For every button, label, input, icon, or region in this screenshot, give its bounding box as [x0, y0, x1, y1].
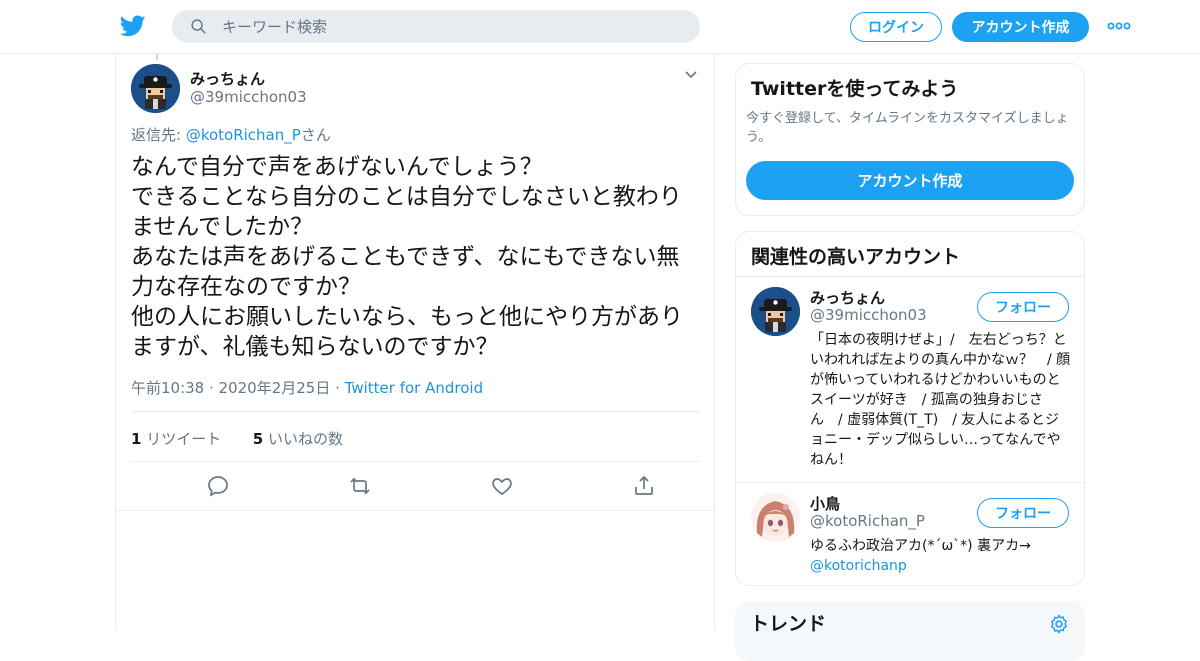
- retweet-icon[interactable]: [348, 474, 372, 498]
- reply-prefix: 返信先:: [131, 126, 186, 144]
- more-icon[interactable]: [1106, 17, 1132, 35]
- avatar-pirate-image: [131, 64, 180, 113]
- twitter-logo-icon[interactable]: [120, 13, 146, 39]
- card-title: Twitterを使ってみよう: [751, 78, 959, 100]
- divider: [116, 510, 714, 511]
- signup-card-button[interactable]: アカウント作成: [746, 161, 1074, 200]
- related-accounts-card: 関連性の高いアカウント みっちょん @39micchon03 フォロー 「日本の…: [735, 231, 1085, 586]
- account-bio-link[interactable]: @kotorichanp: [810, 558, 907, 574]
- card-title: トレンド: [750, 613, 827, 635]
- divider: [131, 461, 700, 462]
- login-button[interactable]: ログイン: [850, 12, 942, 42]
- chevron-down-icon[interactable]: [684, 70, 698, 80]
- retweet-stat[interactable]: 1 リツイート: [131, 430, 221, 448]
- like-count: 5: [252, 430, 264, 448]
- reply-icon[interactable]: [206, 474, 230, 498]
- search-input[interactable]: [222, 10, 682, 43]
- divider: [131, 411, 700, 412]
- follow-button[interactable]: フォロー: [977, 292, 1069, 322]
- reply-suffix: さん: [300, 126, 331, 144]
- like-icon[interactable]: [490, 474, 514, 498]
- search-icon: [191, 19, 206, 34]
- top-navigation: ログイン アカウント作成: [0, 0, 1200, 54]
- reply-context: 返信先: @kotoRichan_Pさん: [131, 124, 331, 145]
- account-handle[interactable]: @kotoRichan_P: [810, 512, 925, 530]
- share-icon[interactable]: [632, 474, 656, 498]
- signup-promo-card: Twitterを使ってみよう 今すぐ登録して、タイムラインをカスタマイズしましょ…: [735, 63, 1085, 216]
- tweet-actions: [131, 474, 700, 498]
- like-stat[interactable]: 5 いいねの数: [253, 430, 343, 448]
- tweet-timestamp[interactable]: 午前10:38 · 2020年2月25日 ·: [131, 379, 345, 397]
- avatar[interactable]: [751, 493, 800, 542]
- tweet-source-link[interactable]: Twitter for Android: [345, 379, 483, 397]
- account-name[interactable]: 小鳥: [810, 493, 840, 514]
- card-description: 今すぐ登録して、タイムラインをカスタマイズしましょう。: [746, 111, 1069, 145]
- follow-button[interactable]: フォロー: [977, 498, 1069, 528]
- trends-card: トレンド: [735, 601, 1085, 661]
- reply-mention-link[interactable]: @kotoRichan_P: [186, 126, 301, 144]
- author-name[interactable]: みっちょん: [190, 68, 265, 89]
- tweet-text: なんで自分で声をあげないんでしょう？ できることなら自分のことは自分でしなさいと…: [131, 154, 683, 360]
- account-bio: ゆるふわ政治アカ(*´ω`*) 裏アカ→ @kotorichanp: [810, 536, 1072, 576]
- avatar[interactable]: [131, 64, 180, 113]
- author-handle[interactable]: @39micchon03: [190, 88, 307, 106]
- card-title: 関連性の高いアカウント: [751, 246, 961, 268]
- avatar[interactable]: [751, 287, 800, 336]
- tweet-column: みっちょん @39micchon03 返信先: @kotoRichan_Pさん …: [115, 54, 715, 630]
- like-label: いいねの数: [263, 430, 343, 448]
- avatar-pirate-image: [751, 287, 800, 336]
- gear-icon[interactable]: [1048, 613, 1070, 635]
- account-item[interactable]: 小鳥 @kotoRichan_P フォロー ゆるふわ政治アカ(*´ω`*) 裏ア…: [736, 482, 1084, 585]
- signup-button[interactable]: アカウント作成: [952, 12, 1089, 42]
- account-item[interactable]: みっちょん @39micchon03 フォロー 「日本の夜明けぜよ」/ 左右どっ…: [736, 277, 1084, 482]
- tweet-metadata: 午前10:38 · 2020年2月25日 · Twitter for Andro…: [131, 377, 483, 398]
- account-name[interactable]: みっちょん: [810, 287, 885, 308]
- tweet-stats: 1 リツイート 5 いいねの数: [131, 428, 343, 449]
- account-handle[interactable]: @39micchon03: [810, 306, 927, 324]
- account-bio-text: ゆるふわ政治アカ(*´ω`*) 裏アカ→: [810, 538, 1031, 554]
- account-bio: 「日本の夜明けぜよ」/ 左右どっち？といわれれば左よりの真ん中かなｗ？ / 顔が…: [810, 332, 1071, 468]
- search-box: [172, 10, 700, 43]
- retweet-label: リツイート: [141, 430, 222, 448]
- thread-connector: [156, 54, 158, 60]
- retweet-count: 1: [131, 430, 142, 448]
- avatar-anime-girl-image: [751, 493, 800, 542]
